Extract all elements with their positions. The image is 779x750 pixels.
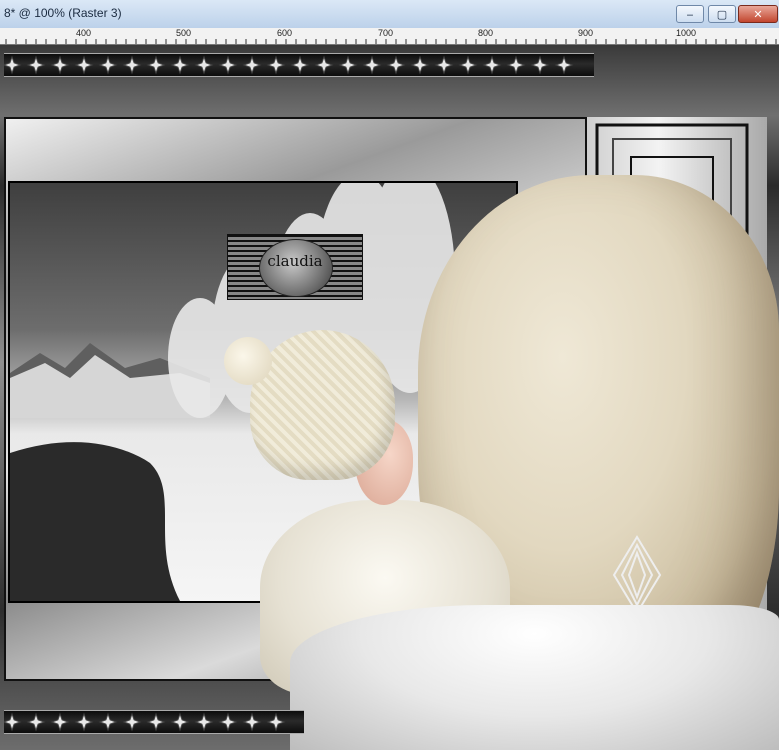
star-shape (410, 55, 430, 75)
star-shape (386, 55, 406, 75)
star-shape (218, 712, 238, 732)
star-shape (50, 712, 70, 732)
star-shape (218, 55, 238, 75)
star-shape (98, 55, 118, 75)
star-shape (50, 55, 70, 75)
star-shape (266, 55, 286, 75)
star-shape (362, 55, 382, 75)
star-shape (74, 712, 94, 732)
ruler-label: 700 (378, 28, 394, 38)
star-shape (146, 712, 166, 732)
star-shape (194, 712, 214, 732)
ruler-label: 1000 (676, 28, 697, 38)
star-shape (146, 55, 166, 75)
star-border-icon (4, 55, 574, 75)
top-star-border (4, 53, 594, 77)
close-icon: ✕ (753, 7, 763, 21)
star-shape (194, 55, 214, 75)
star-shape (290, 55, 310, 75)
star-shape (98, 712, 118, 732)
star-shape (530, 55, 550, 75)
star-shape (74, 55, 94, 75)
star-shape (26, 55, 46, 75)
snow-foreground (290, 605, 779, 750)
star-shape (242, 712, 262, 732)
watermark-text: claudia (267, 252, 323, 270)
ruler-label: 400 (76, 28, 92, 38)
star-shape (4, 712, 22, 732)
star-shape (170, 55, 190, 75)
hat-pompom (224, 337, 272, 385)
ruler-label: 500 (176, 28, 192, 38)
maximize-button[interactable]: ▢ (708, 5, 736, 23)
diamond-ornament-icon (612, 535, 662, 615)
close-button[interactable]: ✕ (738, 5, 778, 23)
minimize-icon: ‒ (686, 7, 694, 21)
star-shape (482, 55, 502, 75)
star-border-icon (4, 712, 286, 732)
star-shape (554, 55, 574, 75)
maximize-icon: ▢ (716, 7, 728, 21)
star-shape (122, 55, 142, 75)
star-shape (314, 55, 334, 75)
star-shape (458, 55, 478, 75)
girl-knit-hat (250, 330, 395, 480)
star-shape (122, 712, 142, 732)
star-shape (170, 712, 190, 732)
star-shape (242, 55, 262, 75)
ruler-label: 900 (578, 28, 594, 38)
star-shape (506, 55, 526, 75)
minimize-button[interactable]: ‒ (676, 5, 704, 23)
title-bar: 8* @ 100% (Raster 3) ‒ ▢ ✕ (0, 0, 779, 29)
image-canvas[interactable]: claudia (0, 45, 779, 750)
star-shape (338, 55, 358, 75)
window-title: 8* @ 100% (Raster 3) (4, 6, 122, 20)
artist-watermark: claudia (227, 234, 363, 300)
horizontal-ruler[interactable]: 400 500 600 700 800 900 1000 (0, 28, 779, 45)
bottom-star-border (4, 710, 304, 734)
ruler-label: 600 (277, 28, 293, 38)
star-shape (266, 712, 286, 732)
star-shape (434, 55, 454, 75)
star-shape (4, 55, 22, 75)
ruler-label: 800 (478, 28, 494, 38)
star-shape (26, 712, 46, 732)
